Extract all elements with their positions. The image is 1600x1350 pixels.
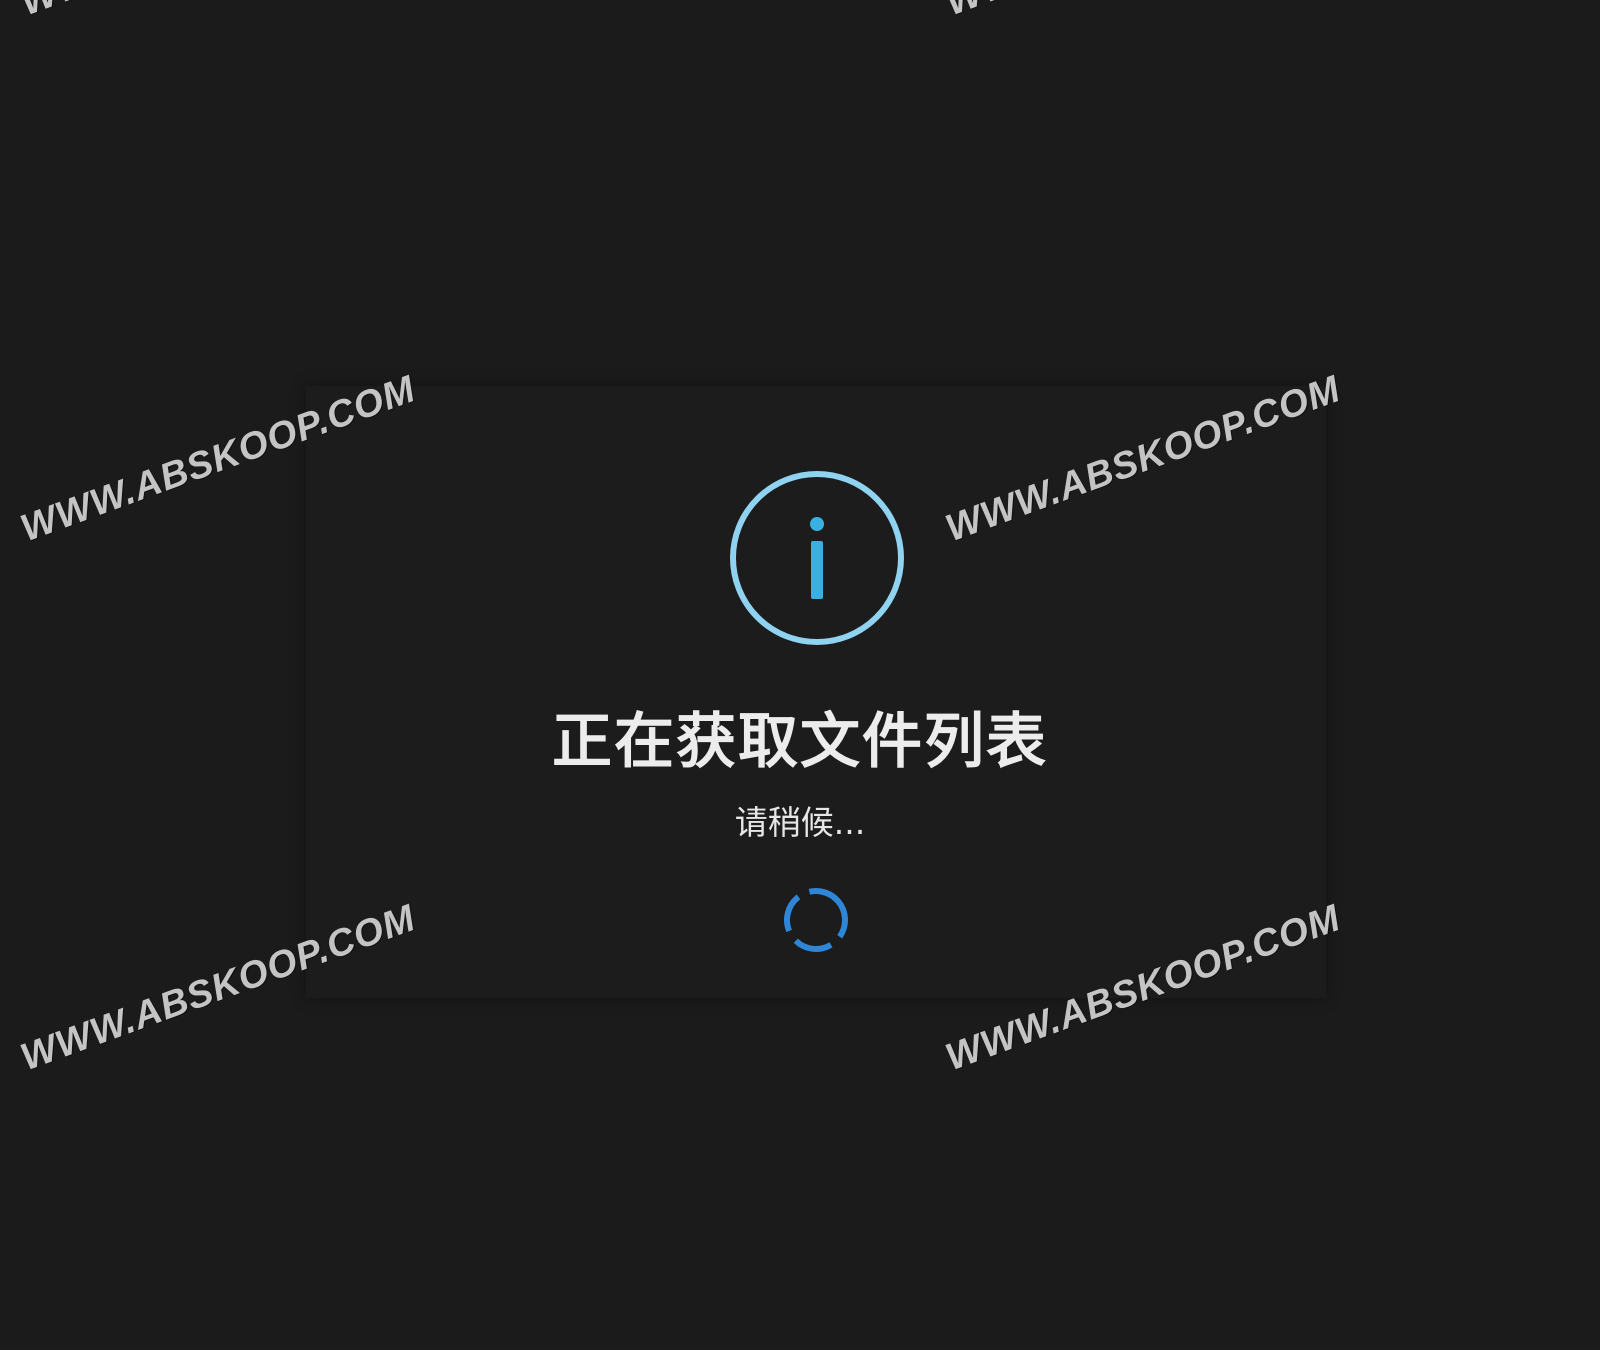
watermark: WWW.ABSKOOP.COM bbox=[15, 0, 421, 25]
app-screen: 正在获取文件列表 请稍候... WWW.ABSKOOP.COM WWW.ABSK… bbox=[0, 0, 1600, 1350]
watermark: WWW.ABSKOOP.COM bbox=[940, 0, 1346, 25]
dialog-title: 正在获取文件列表 bbox=[552, 707, 1048, 777]
loading-spinner-icon bbox=[784, 888, 848, 952]
info-icon bbox=[730, 471, 904, 645]
dialog-subtitle: 请稍候... bbox=[734, 803, 866, 842]
